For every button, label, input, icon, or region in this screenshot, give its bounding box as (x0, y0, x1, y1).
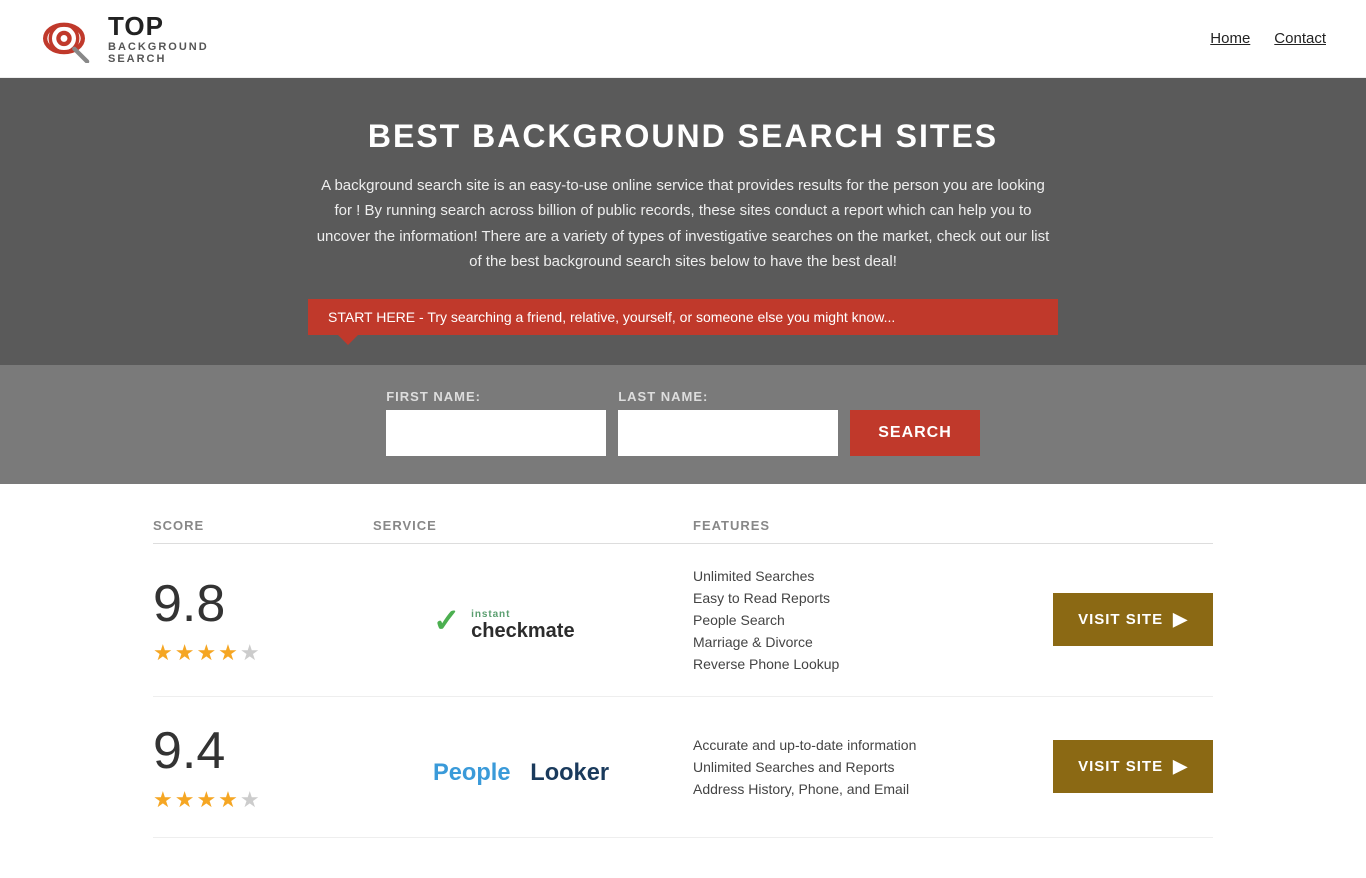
main-nav: Home Contact (1210, 30, 1326, 47)
last-name-label: LAST NAME: (618, 389, 838, 404)
visit-site-button-2[interactable]: VISIT SITE ▶ (1053, 740, 1213, 793)
visit-label-1: VISIT SITE (1078, 611, 1163, 628)
arrow-icon-1: ▶ (1173, 609, 1188, 630)
stars-1: ★★★★★ (153, 640, 262, 666)
feature-1-5: Reverse Phone Lookup (693, 656, 1013, 672)
stars-2: ★★★★★ (153, 787, 262, 813)
site-header: TOP BACKGROUNDSEARCH Home Contact (0, 0, 1366, 78)
feature-1-2: Easy to Read Reports (693, 590, 1013, 606)
feature-2-2: Unlimited Searches and Reports (693, 759, 1013, 775)
features-col-2: Accurate and up-to-date information Unli… (693, 737, 1013, 797)
svg-text:People: People (433, 760, 510, 786)
col-score-header: SCORE (153, 518, 373, 533)
table-row: 9.8 ★★★★★ ✓ instant checkmate Unlimited … (153, 544, 1213, 697)
search-button[interactable]: SEARCH (850, 410, 980, 456)
service-col-1: ✓ instant checkmate (373, 595, 693, 645)
features-col-1: Unlimited Searches Easy to Read Reports … (693, 568, 1013, 672)
results-table-section: SCORE SERVICE FEATURES 9.8 ★★★★★ ✓ insta… (133, 504, 1233, 878)
col-action-header (1013, 518, 1213, 533)
last-name-group: LAST NAME: (618, 389, 838, 456)
feature-1-1: Unlimited Searches (693, 568, 1013, 584)
checkmate-logo: ✓ instant checkmate (433, 595, 633, 645)
visit-label-2: VISIT SITE (1078, 758, 1163, 775)
peoplelooker-logo: People Looker (433, 742, 633, 792)
table-header: SCORE SERVICE FEATURES (153, 504, 1213, 544)
logo-icon (40, 13, 100, 63)
search-section: FIRST NAME: LAST NAME: SEARCH (0, 365, 1366, 484)
svg-text:checkmate: checkmate (471, 620, 574, 642)
callout-banner: START HERE - Try searching a friend, rel… (308, 299, 1058, 335)
visit-col-1: VISIT SITE ▶ (1013, 593, 1213, 646)
hero-title: BEST BACKGROUND SEARCH SITES (20, 118, 1346, 155)
visit-site-button-1[interactable]: VISIT SITE ▶ (1053, 593, 1213, 646)
first-name-input[interactable] (386, 410, 606, 456)
nav-home[interactable]: Home (1210, 30, 1250, 47)
last-name-input[interactable] (618, 410, 838, 456)
svg-text:instant: instant (471, 609, 510, 620)
visit-col-2: VISIT SITE ▶ (1013, 740, 1213, 793)
service-col-2: People Looker (373, 742, 693, 792)
score-value-1: 9.8 (153, 574, 225, 634)
svg-text:✓: ✓ (433, 601, 460, 638)
col-features-header: FEATURES (693, 518, 1013, 533)
hero-section: BEST BACKGROUND SEARCH SITES A backgroun… (0, 78, 1366, 365)
feature-2-3: Address History, Phone, and Email (693, 781, 1013, 797)
logo-top-text: TOP (108, 12, 209, 41)
logo-bottom-text: BACKGROUNDSEARCH (108, 41, 209, 65)
logo: TOP BACKGROUNDSEARCH (40, 12, 209, 65)
logo-text: TOP BACKGROUNDSEARCH (108, 12, 209, 65)
score-value-2: 9.4 (153, 721, 225, 781)
callout-text: START HERE - Try searching a friend, rel… (328, 309, 895, 325)
col-service-header: SERVICE (373, 518, 693, 533)
nav-contact[interactable]: Contact (1274, 30, 1326, 47)
arrow-icon-2: ▶ (1173, 756, 1188, 777)
hero-description: A background search site is an easy-to-u… (313, 173, 1053, 275)
score-col-1: 9.8 ★★★★★ (153, 574, 373, 666)
first-name-group: FIRST NAME: (386, 389, 606, 456)
table-row: 9.4 ★★★★★ People Looker Accurate and up-… (153, 697, 1213, 838)
first-name-label: FIRST NAME: (386, 389, 606, 404)
feature-1-4: Marriage & Divorce (693, 634, 1013, 650)
score-col-2: 9.4 ★★★★★ (153, 721, 373, 813)
svg-text:Looker: Looker (530, 760, 609, 786)
feature-1-3: People Search (693, 612, 1013, 628)
feature-2-1: Accurate and up-to-date information (693, 737, 1013, 753)
search-form: FIRST NAME: LAST NAME: SEARCH (20, 389, 1346, 456)
